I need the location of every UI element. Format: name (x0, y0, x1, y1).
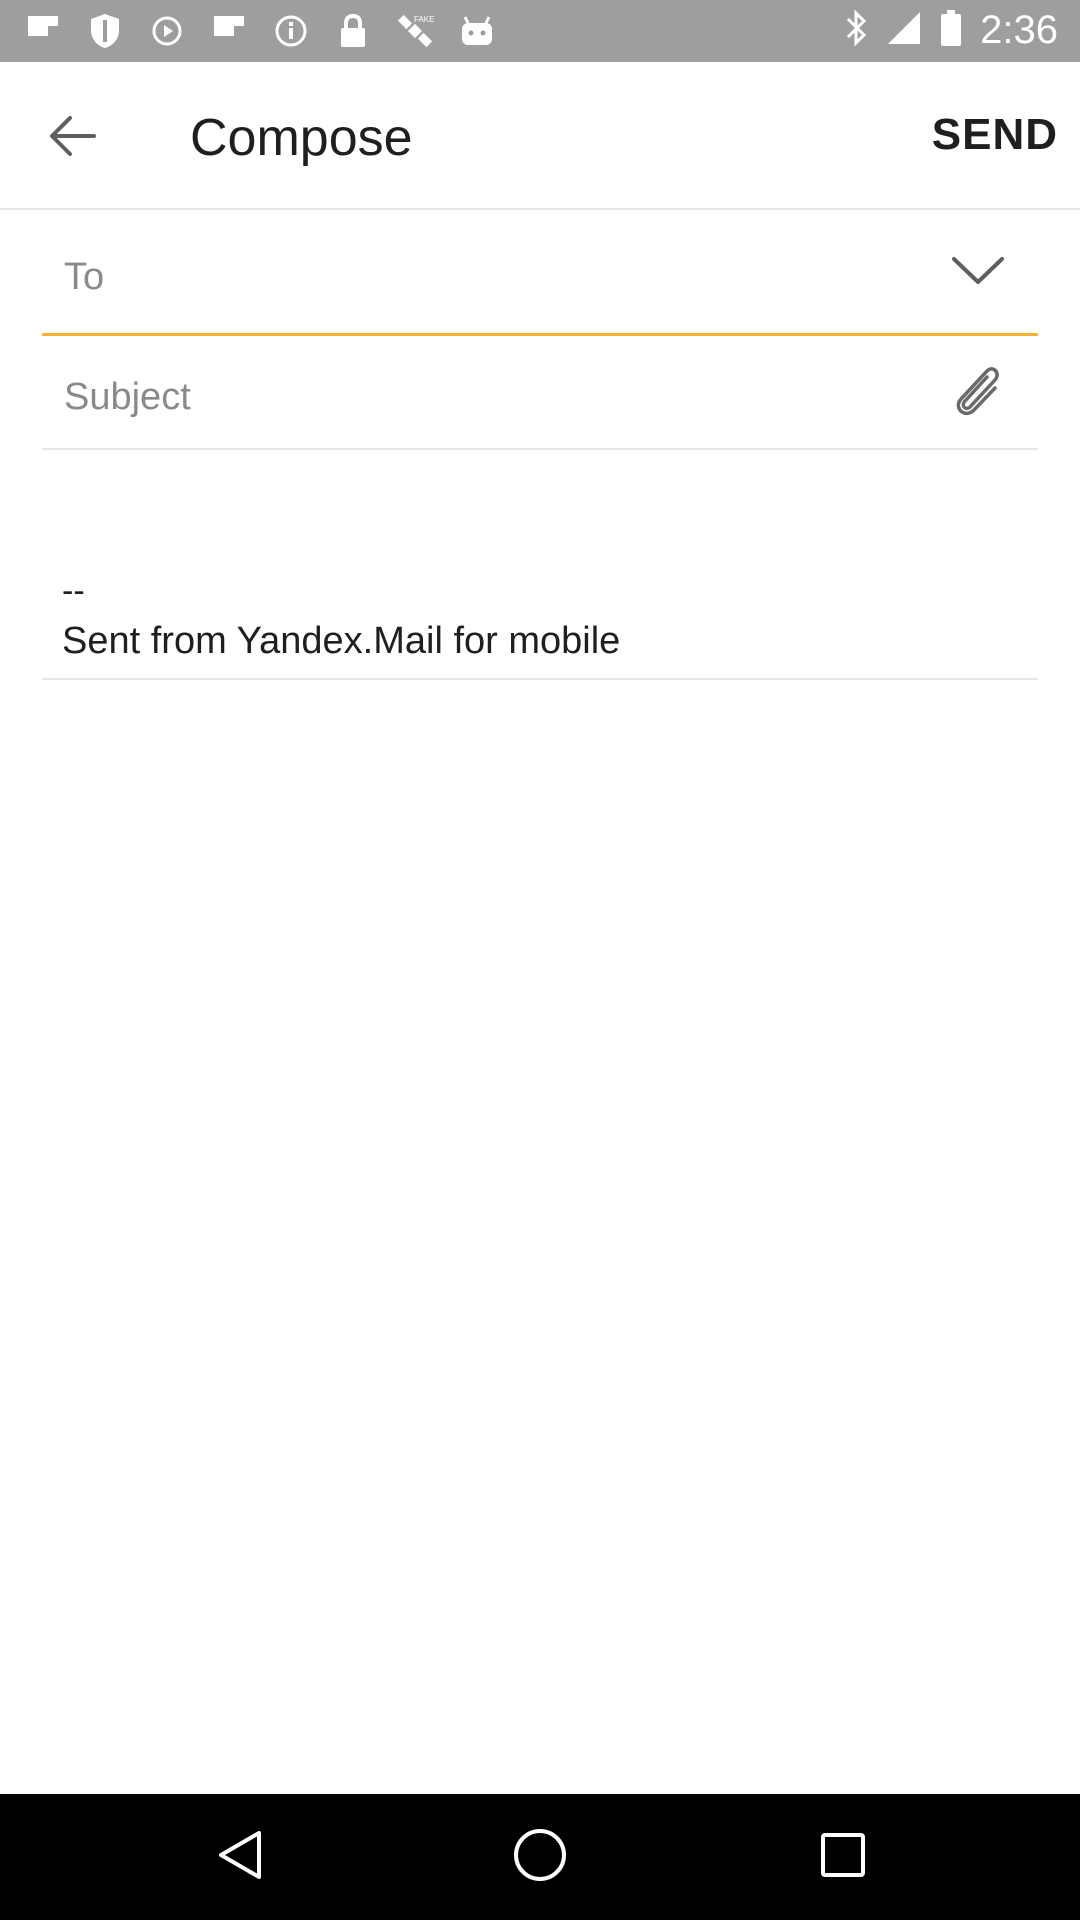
android-icon (456, 10, 498, 52)
nav-home-button[interactable] (505, 1822, 575, 1892)
paperclip-icon (947, 359, 1007, 428)
nav-home-icon (512, 1827, 568, 1888)
attach-button[interactable] (942, 358, 1012, 428)
to-placeholder: To (64, 256, 105, 298)
chevron-down-icon (951, 255, 1005, 290)
info-icon (270, 10, 312, 52)
lock-icon (332, 10, 374, 52)
play-icon (146, 10, 188, 52)
expand-recipients-button[interactable] (948, 242, 1008, 302)
nav-back-button[interactable] (205, 1822, 275, 1892)
arrow-left-icon (46, 114, 98, 163)
svg-text:FAKE: FAKE (414, 15, 434, 24)
app-bar: Compose SEND (0, 62, 1080, 210)
back-button[interactable] (30, 96, 114, 180)
status-bar: FAKE 2:36 (0, 0, 1080, 62)
nav-recent-icon (820, 1832, 866, 1883)
subject-field[interactable]: Subject (42, 350, 1038, 450)
navigation-bar (0, 1794, 1080, 1920)
send-button[interactable]: SEND (932, 110, 1058, 160)
nav-recent-button[interactable] (808, 1822, 878, 1892)
bluetooth-icon (844, 9, 868, 52)
subject-placeholder: Subject (64, 376, 191, 418)
message-body[interactable]: -- Sent from Yandex.Mail for mobile (42, 452, 1038, 680)
shield-icon (84, 10, 126, 52)
battery-icon (940, 9, 962, 52)
signature-text: Sent from Yandex.Mail for mobile (62, 620, 621, 662)
system-status: 2:36 (844, 8, 1058, 53)
satellite-icon: FAKE (394, 10, 436, 52)
flipboard-icon (22, 10, 64, 52)
status-time: 2:36 (980, 8, 1058, 52)
nav-back-icon (217, 1829, 263, 1886)
page-title: Compose (190, 109, 413, 167)
notification-icons: FAKE (22, 10, 498, 52)
signal-icon (886, 10, 922, 51)
signature-separator: -- (62, 572, 85, 610)
to-field[interactable]: To (42, 236, 1038, 336)
flipboard-icon (208, 10, 250, 52)
